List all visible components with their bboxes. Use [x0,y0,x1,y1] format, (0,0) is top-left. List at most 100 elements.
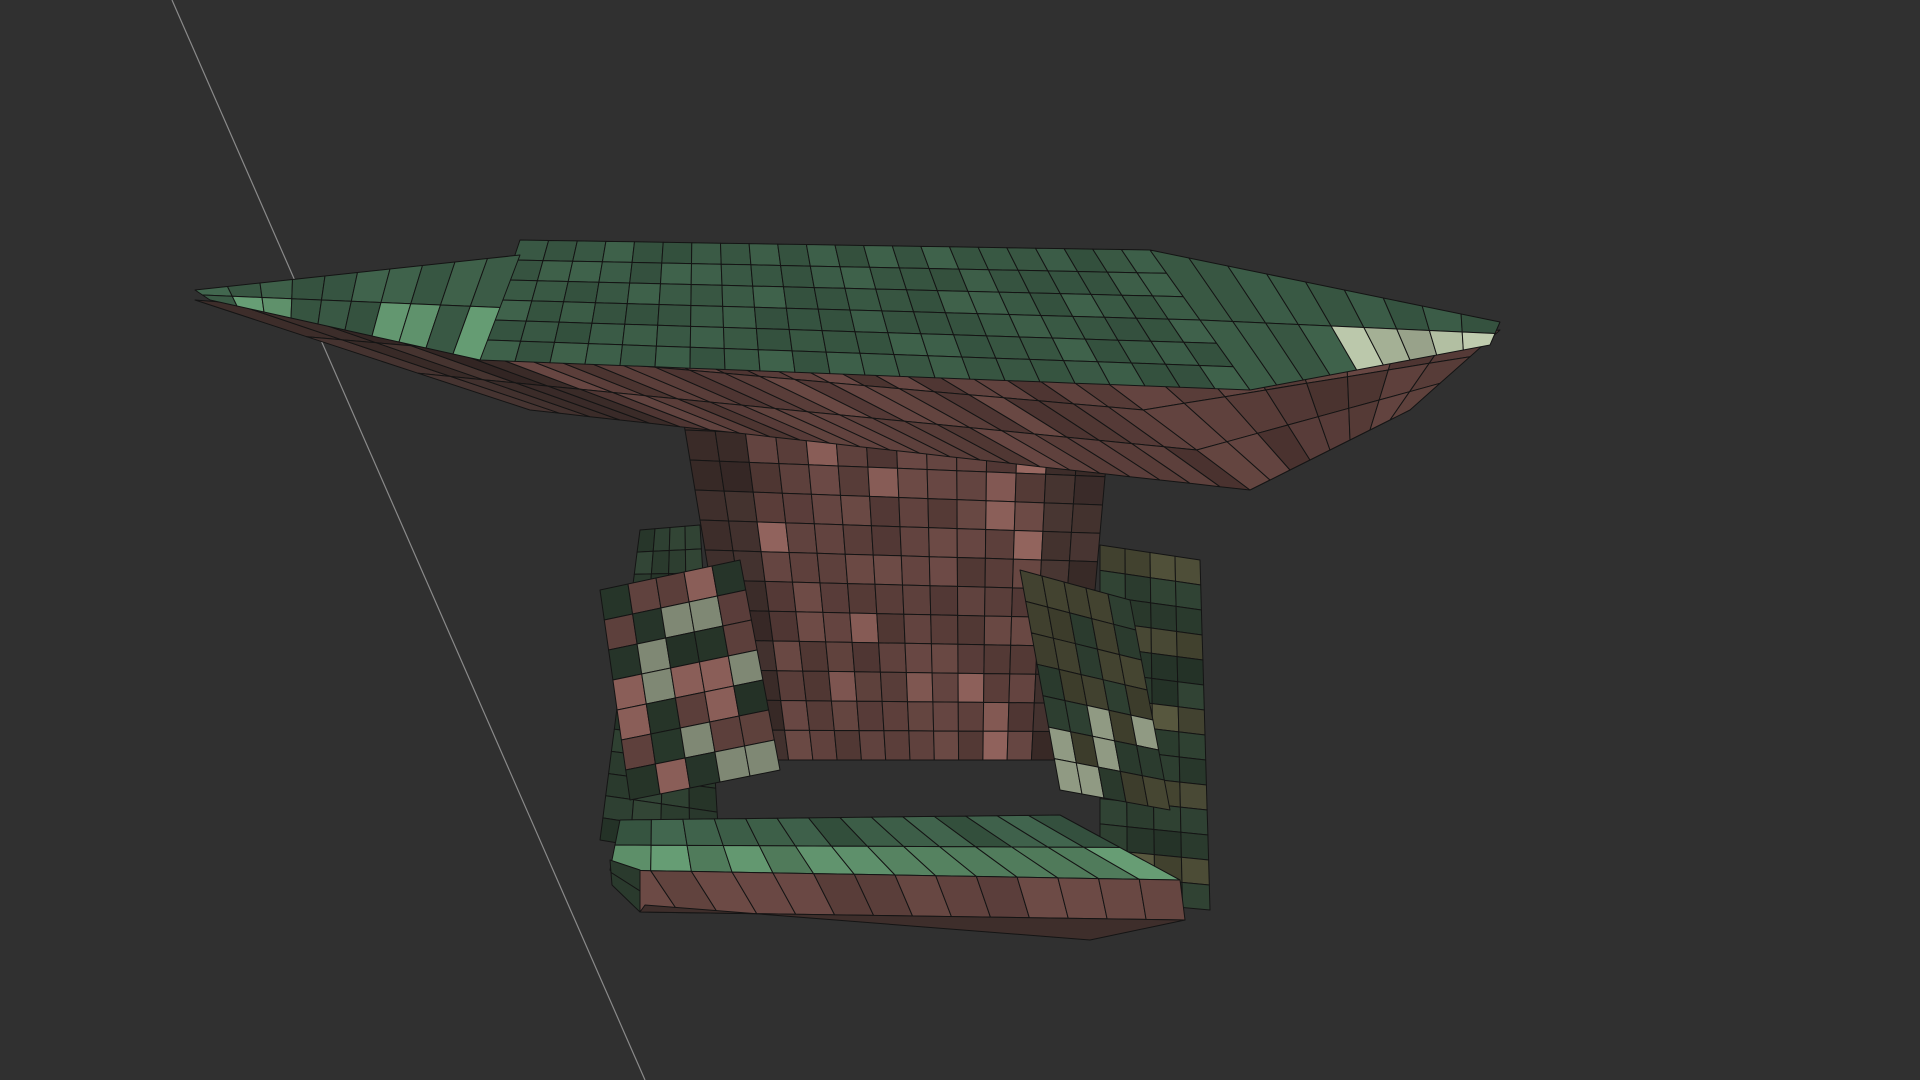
world-axis-line [171,0,646,1080]
mesh-face-right-pillar [1179,806,1209,836]
mesh-face-top [657,304,692,327]
mesh-face-waist [714,430,750,463]
mesh-face-waist [956,499,987,530]
mesh-face-waist [869,495,901,528]
mesh-face-waist [1013,501,1045,532]
mesh-face-top [752,285,787,309]
mesh-face-waist [728,520,762,553]
mesh-face-top [619,344,657,368]
mesh-face-top [690,284,724,307]
mesh-face-top [817,308,856,333]
mesh-face-waist [689,459,725,492]
mesh-face-waist [899,526,930,558]
mesh-face-waist [870,525,902,557]
mesh-face-waist [874,583,905,615]
mesh-face-top [720,242,752,266]
mesh-face-waist [927,498,958,530]
mesh-face-waist [1012,530,1044,561]
mesh-face-right-pillar [1180,856,1210,886]
mesh-face-left-pillar [668,525,686,551]
mesh-face-waist [900,555,931,587]
mesh-face-right-pillar [1175,605,1203,636]
mesh-face-waist [930,614,959,645]
mesh-face-waist [983,615,1013,646]
mesh-face-waist [876,613,906,644]
mesh-face-waist [847,583,878,615]
viewport-scene[interactable] [0,0,1920,1080]
mesh-face-right-pillar [1153,829,1182,858]
mesh-face-right-pillar [1175,580,1202,611]
mesh-face-top [813,287,851,311]
mesh-face-right-pillar [1179,781,1208,811]
mesh-face-waist [983,644,1012,675]
mesh-face-top [655,324,692,348]
mesh-face-right-pillar [1176,631,1204,661]
mesh-face-waist-left [744,739,781,777]
mesh-face-heel [1460,313,1501,334]
mesh-face-waist [776,670,807,702]
mesh-face-top [572,240,607,263]
mesh-face-top [584,343,623,366]
anvil-mesh[interactable] [194,239,1501,941]
mesh-face-right-pillar [1177,706,1206,736]
mesh-face-waist [772,640,804,672]
mesh-face-waist [768,610,800,642]
mesh-face-waist [867,466,900,498]
mesh-face-waist [1069,531,1101,563]
mesh-face-top [567,260,603,283]
mesh-face-top [690,263,723,286]
mesh-face-left-pillar [652,527,671,552]
mesh-face-waist [694,489,730,522]
mesh-face-top [785,307,823,332]
mesh-face-top [621,323,659,347]
mesh-face-waist-left [654,757,691,795]
mesh-face-waist [872,554,903,586]
mesh-face-waist [957,701,985,732]
mesh-face-waist [897,467,929,500]
mesh-face-waist [842,524,874,556]
mesh-face-top [660,262,692,285]
mesh-face-base-front [1138,878,1186,921]
3d-viewport[interactable] [0,0,1920,1080]
mesh-face-top [859,352,901,377]
mesh-face-horn [259,279,293,300]
mesh-face-waist [840,494,872,527]
mesh-face-waist-left [684,751,721,789]
mesh-face-right-pillar [1150,627,1178,658]
mesh-face-waist [785,522,818,554]
mesh-face-waist [781,492,815,525]
mesh-face-heel [1461,331,1496,351]
mesh-face-waist [1014,472,1047,504]
mesh-face-top [591,302,628,325]
mesh-face-top [757,349,796,373]
mesh-face-base-top [614,819,652,846]
mesh-face-waist [798,640,830,672]
mesh-face-right-pillar [1178,731,1207,761]
mesh-face-waist [828,670,858,702]
mesh-face-left-pillar [636,528,656,553]
mesh-face-left-pillar [633,550,654,575]
mesh-face-top [542,240,578,262]
mesh-face-waist [837,465,871,497]
mesh-face-top [721,284,755,308]
mesh-face-horn [227,282,263,298]
mesh-face-waist [1072,475,1106,506]
mesh-face-top [689,346,726,370]
mesh-face-waist [984,586,1013,617]
mesh-face-top [791,350,831,375]
mesh-face-top [598,261,633,284]
mesh-face-top [723,348,761,372]
mesh-face-waist [984,557,1014,589]
mesh-face-waist [957,643,985,675]
mesh-face-waist [723,490,758,523]
mesh-face-top [520,320,560,343]
mesh-face-right-pillar [1180,831,1210,861]
mesh-face-top [631,241,664,264]
mesh-face-waist [1009,644,1038,675]
mesh-face-waist-left [714,745,751,783]
mesh-face-waist [748,461,783,494]
mesh-face-waist [933,730,960,761]
mesh-face-waist [792,581,824,613]
mesh-face-waist [957,614,986,646]
mesh-face-waist [928,527,958,558]
